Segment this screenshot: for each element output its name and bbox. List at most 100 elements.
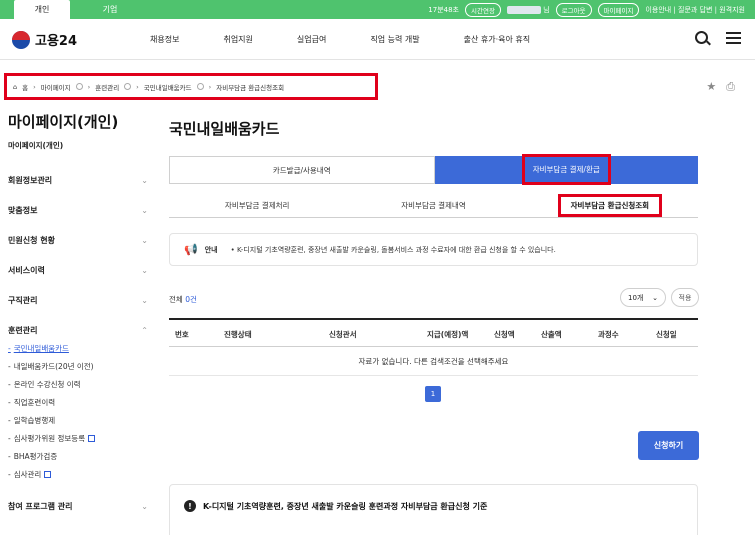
sidebar-item-service-history[interactable]: 서비스이력 ⌄: [8, 255, 148, 285]
page-size-select[interactable]: 10개 ⌄: [620, 288, 666, 307]
pagination-page-1[interactable]: 1: [425, 386, 441, 402]
subtab-payment-process[interactable]: 자비부담금 결제처리: [169, 194, 345, 217]
site-logo[interactable]: 고용24: [12, 30, 77, 49]
subtab-refund-inquiry[interactable]: 자비부담금 환급신청조회: [522, 194, 698, 217]
sidebar-menu: 회원정보관리 ⌄ 맞춤정보 ⌄ 민원신청 현황 ⌄ 서비스이력 ⌄ 구직관리 ⌄ 훈련관리…: [8, 165, 148, 521]
chevron-right-icon: ›: [136, 82, 139, 91]
tab-card-usage[interactable]: 카드발급/사용내역: [169, 156, 435, 184]
sidebar-item-label: 회원정보관리: [8, 175, 53, 185]
top-utility-bar: 개인 기업 17분48초 시간연장 님 로그아웃 마이페이지 이용안내 | 질문…: [0, 0, 755, 19]
col-calculated-amount: 산출액: [541, 330, 562, 339]
home-icon[interactable]: ⌂: [13, 83, 17, 91]
nav-item-skill-development[interactable]: 직업 능력 개발: [370, 34, 419, 45]
submenu-item-bha[interactable]: - BHA평가검증: [8, 447, 148, 465]
count-value: 0건: [185, 295, 197, 304]
col-applied-date: 신청일: [656, 330, 677, 339]
sidebar-item-custom-info[interactable]: 맞춤정보 ⌄: [8, 195, 148, 225]
criteria-box: ! K-디지털 기초역량훈련, 중장년 새출발 카운슬링 훈련과정 자비부담금 …: [169, 484, 698, 535]
breadcrumb-item-card[interactable]: 국민내일배움카드: [144, 82, 192, 92]
submenu-label: BHA평가검증: [13, 451, 58, 461]
info-icon: !: [184, 500, 196, 512]
submenu-item-old-card[interactable]: - 내일배움카드(20년 이전): [8, 357, 148, 375]
user-name: 님: [506, 5, 550, 15]
subtab-label: 자비부담금 결제처리: [224, 201, 290, 210]
help-links[interactable]: 이용안내 | 질문과 답변 | 원격지원: [645, 5, 745, 15]
header-icons: [695, 31, 741, 44]
col-status: 진행상태: [224, 330, 252, 339]
sidebar-item-label: 참여 프로그램 관리: [8, 501, 73, 511]
empty-message: 자료가 없습니다. 다른 검색조건을 선택해주세요: [169, 347, 698, 376]
sub-tabs: 자비부담금 결제처리 자비부담금 결제내역 자비부담금 환급신청조회: [169, 194, 698, 218]
sidebar-subtitle[interactable]: 마이페이지(개인): [8, 140, 63, 151]
tab-self-pay-label: 자비부담금 결제/환급: [521, 153, 611, 185]
top-right-area: 17분48초 시간연장 님 로그아웃 마이페이지 이용안내 | 질문과 답변 |…: [428, 0, 745, 19]
sidebar-item-programs[interactable]: 참여 프로그램 관리 ⌄: [8, 491, 148, 521]
nav-item-unemployment-benefit[interactable]: 실업급여: [297, 34, 326, 45]
submenu-label: 일학습병행제: [13, 415, 56, 425]
logout-button[interactable]: 로그아웃: [555, 2, 592, 17]
apply-page-size-button[interactable]: 적용: [671, 288, 699, 307]
chevron-right-icon: ›: [208, 82, 212, 91]
breadcrumb-dropdown-icon[interactable]: [75, 83, 83, 90]
external-link-icon: [88, 434, 96, 442]
count-prefix: 전체: [169, 295, 183, 304]
tab-self-pay[interactable]: 자비부담금 결제/환급: [434, 153, 698, 185]
nav-item-employment-support[interactable]: 취업지원: [223, 34, 252, 45]
criteria-title: ! K-디지털 기초역량훈련, 중장년 새출발 카운슬링 훈련과정 자비부담금 …: [184, 500, 487, 512]
submenu-item-online-history[interactable]: - 온라인 수강신청 이력: [8, 375, 148, 393]
col-paid-amount: 지급(예정)액: [427, 330, 469, 339]
submenu-item-review[interactable]: - 심사관리: [8, 465, 148, 483]
user-name-redacted: [506, 5, 541, 14]
sidebar-item-member-info[interactable]: 회원정보관리 ⌄: [8, 165, 148, 195]
criteria-title-text: K-디지털 기초역량훈련, 중장년 새출발 카운슬링 훈련과정 자비부담금 환급…: [203, 501, 488, 511]
sidebar-item-label: 훈련관리: [8, 325, 38, 335]
sidebar-item-label: 민원신청 현황: [8, 235, 55, 245]
logo-text: 고용24: [35, 34, 78, 49]
submenu-item-evaluator[interactable]: - 심사평가위원 정보등록: [8, 429, 148, 447]
sidebar-item-civil-status[interactable]: 민원신청 현황 ⌄: [8, 225, 148, 255]
nav-item-jobs[interactable]: 채용정보: [150, 34, 179, 45]
chevron-right-icon: ›: [87, 82, 91, 91]
mypage-button[interactable]: 마이페이지: [597, 2, 640, 17]
favorite-star-icon[interactable]: ★: [706, 80, 716, 94]
subtab-label: 자비부담금 환급신청조회: [557, 194, 663, 217]
subtab-payment-history[interactable]: 자비부담금 결제내역: [345, 194, 521, 217]
breadcrumb-dropdown-icon[interactable]: [124, 83, 132, 90]
breadcrumb-item-mypage[interactable]: 마이페이지: [41, 82, 71, 92]
sidebar-item-label: 맞춤정보: [8, 205, 38, 215]
print-icon[interactable]: ⎙: [726, 80, 735, 94]
menu-icon[interactable]: [726, 31, 741, 44]
col-course-count: 과정수: [598, 330, 619, 339]
tab-company[interactable]: 기업: [82, 0, 138, 19]
external-link-icon: [44, 470, 52, 478]
logo-icon: [12, 30, 30, 49]
tab-personal[interactable]: 개인: [14, 0, 70, 19]
breadcrumb-item-training[interactable]: 훈련관리: [95, 82, 119, 92]
submenu-item-card[interactable]: - 국민내일배움카드: [8, 339, 148, 357]
notice-text: • K-디지털 기초역량훈련, 중장년 새출발 카운슬링, 돌봄서비스 과정 수…: [230, 245, 556, 254]
breadcrumb-item-current: 자비부담금 환급신청조회: [216, 83, 285, 92]
submenu-item-training-history[interactable]: - 직업훈련이력: [8, 393, 148, 411]
main-nav: 채용정보 취업지원 실업급여 직업 능력 개발 출산 휴가·육아 휴직: [150, 19, 574, 60]
chevron-down-icon: ⌄: [141, 235, 148, 245]
submenu-label: 심사관리: [13, 469, 42, 479]
search-icon[interactable]: [695, 31, 708, 44]
sidebar-item-job-search[interactable]: 구직관리 ⌄: [8, 285, 148, 315]
breadcrumb-home[interactable]: 홈: [22, 82, 28, 92]
page-size-value: 10개: [628, 293, 644, 302]
nav-item-parental-leave[interactable]: 출산 휴가·육아 휴직: [464, 34, 531, 45]
result-count: 전체 0건: [169, 294, 197, 305]
submenu-item-work-study[interactable]: - 일학습병행제: [8, 411, 148, 429]
chevron-down-icon: ⌄: [141, 501, 148, 511]
sidebar-item-label: 구직관리: [8, 295, 38, 305]
breadcrumb-dropdown-icon[interactable]: [196, 83, 204, 90]
col-applied-amount: 신청액: [494, 330, 515, 339]
subtab-label: 자비부담금 결제내역: [401, 201, 466, 210]
extend-session-button[interactable]: 시간연장: [465, 2, 501, 17]
training-submenu: - 국민내일배움카드 - 내일배움카드(20년 이전) - 온라인 수강신청 이…: [8, 339, 148, 483]
page-utility-icons: ★ ⎙: [706, 80, 735, 94]
user-suffix: 님: [543, 5, 550, 14]
apply-button[interactable]: 신청하기: [638, 431, 699, 460]
submenu-label: 내일배움카드(20년 이전): [13, 361, 94, 371]
megaphone-icon: 📢: [184, 243, 198, 256]
